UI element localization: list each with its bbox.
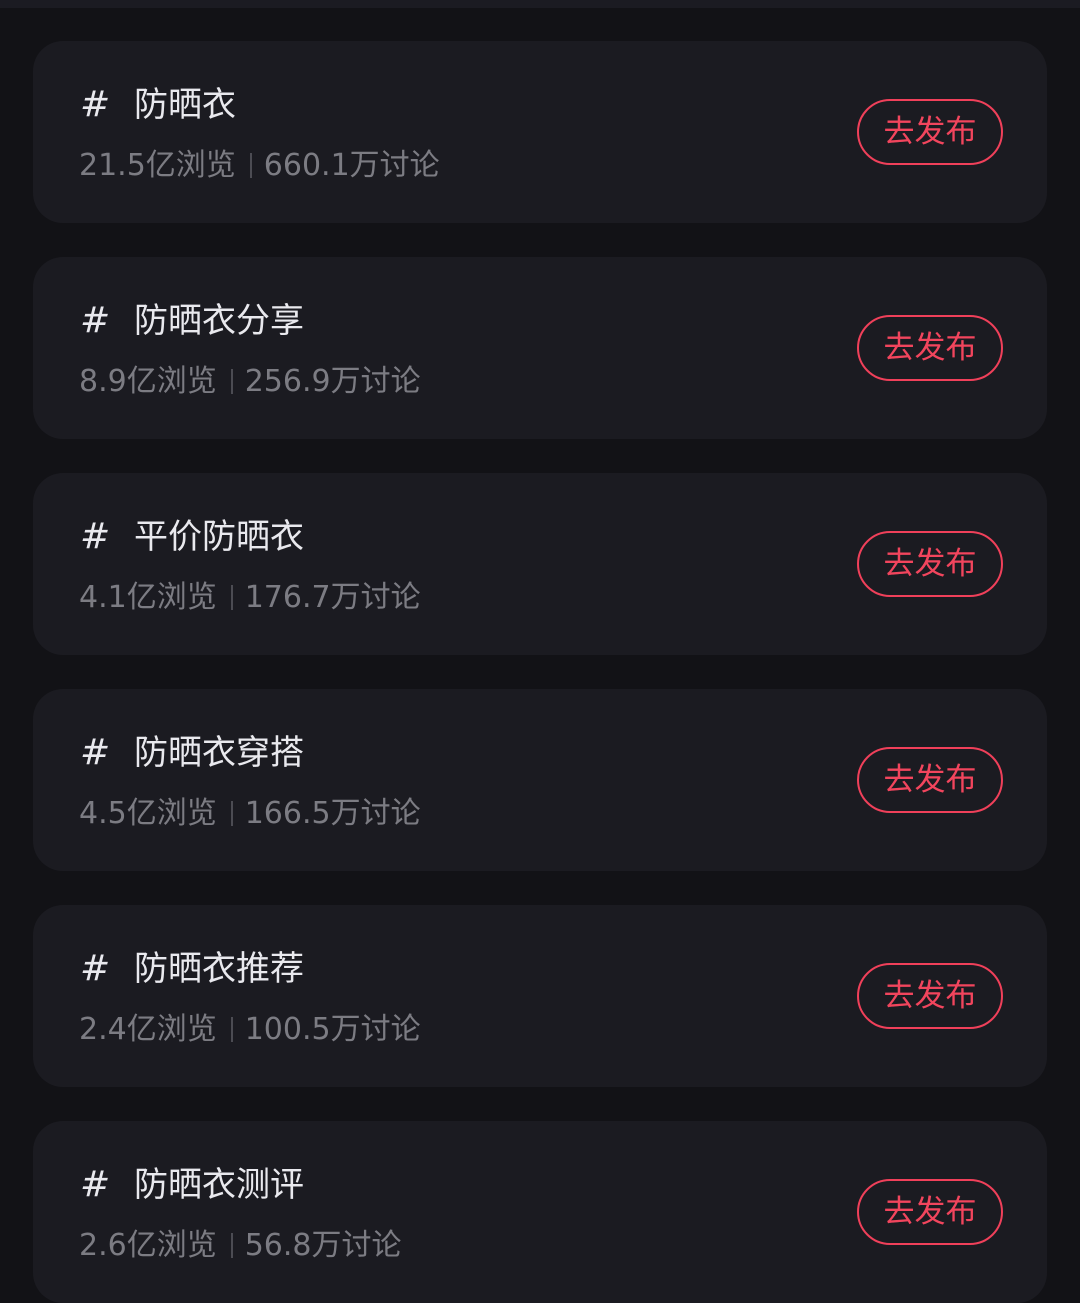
topic-list: # 防晒衣 21.5亿浏览 660.1万讨论 去发布 # 防晒衣分享 8.9亿浏览 25…	[33, 41, 1047, 1303]
topic-title: 防晒衣	[134, 85, 236, 125]
hashtag-icon: #	[80, 516, 111, 557]
top-edge-divider	[0, 0, 1080, 8]
topic-title: 防晒衣推荐	[134, 949, 304, 989]
topic-card[interactable]: # 防晒衣测评 2.6亿浏览 56.8万讨论 去发布	[33, 1121, 1047, 1303]
publish-button[interactable]: 去发布	[857, 531, 1003, 597]
topic-title: 防晒衣分享	[134, 301, 304, 341]
stat-divider	[230, 801, 233, 826]
topic-title: 平价防晒衣	[134, 517, 304, 557]
view-count: 21.5亿浏览	[79, 148, 236, 183]
hashtag-icon: #	[80, 300, 111, 341]
discussion-count: 56.8万讨论	[244, 1228, 402, 1263]
topic-stats: 4.1亿浏览 176.7万讨论	[79, 577, 421, 619]
topic-title-row: # 防晒衣	[80, 77, 236, 133]
topic-title-row: # 防晒衣穿搭	[80, 725, 304, 781]
stat-divider	[230, 585, 233, 610]
discussion-count: 176.7万讨论	[244, 580, 421, 615]
hashtag-icon: #	[80, 84, 111, 125]
topic-title-row: # 防晒衣测评	[80, 1157, 304, 1213]
stat-divider	[249, 153, 252, 178]
view-count: 8.9亿浏览	[79, 364, 217, 399]
topic-title-row: # 平价防晒衣	[80, 509, 304, 565]
publish-button[interactable]: 去发布	[857, 747, 1003, 813]
topic-card[interactable]: # 防晒衣推荐 2.4亿浏览 100.5万讨论 去发布	[33, 905, 1047, 1087]
topic-card[interactable]: # 平价防晒衣 4.1亿浏览 176.7万讨论 去发布	[33, 473, 1047, 655]
topic-title-row: # 防晒衣分享	[80, 293, 304, 349]
topic-card[interactable]: # 防晒衣穿搭 4.5亿浏览 166.5万讨论 去发布	[33, 689, 1047, 871]
topic-stats: 21.5亿浏览 660.1万讨论	[79, 145, 440, 187]
view-count: 2.4亿浏览	[79, 1012, 217, 1047]
topic-stats: 2.6亿浏览 56.8万讨论	[79, 1225, 402, 1267]
view-count: 4.5亿浏览	[79, 796, 217, 831]
topic-stats: 8.9亿浏览 256.9万讨论	[79, 361, 421, 403]
discussion-count: 256.9万讨论	[244, 364, 421, 399]
hashtag-icon: #	[80, 732, 111, 773]
view-count: 4.1亿浏览	[79, 580, 217, 615]
stat-divider	[230, 1233, 233, 1258]
publish-button[interactable]: 去发布	[857, 315, 1003, 381]
view-count: 2.6亿浏览	[79, 1228, 217, 1263]
hashtag-icon: #	[80, 948, 111, 989]
topic-card[interactable]: # 防晒衣 21.5亿浏览 660.1万讨论 去发布	[33, 41, 1047, 223]
topic-page: { "topics": [ { "hash": "#", "title": "防…	[0, 0, 1080, 1303]
stat-divider	[230, 369, 233, 394]
topic-title-row: # 防晒衣推荐	[80, 941, 304, 997]
topic-stats: 2.4亿浏览 100.5万讨论	[79, 1009, 421, 1051]
topic-card[interactable]: # 防晒衣分享 8.9亿浏览 256.9万讨论 去发布	[33, 257, 1047, 439]
publish-button[interactable]: 去发布	[857, 1179, 1003, 1245]
discussion-count: 100.5万讨论	[244, 1012, 421, 1047]
stat-divider	[230, 1017, 233, 1042]
topic-title: 防晒衣穿搭	[134, 733, 304, 773]
publish-button[interactable]: 去发布	[857, 963, 1003, 1029]
hashtag-icon: #	[80, 1164, 111, 1205]
topic-title: 防晒衣测评	[134, 1165, 304, 1205]
discussion-count: 660.1万讨论	[263, 148, 440, 183]
topic-stats: 4.5亿浏览 166.5万讨论	[79, 793, 421, 835]
publish-button[interactable]: 去发布	[857, 99, 1003, 165]
discussion-count: 166.5万讨论	[244, 796, 421, 831]
